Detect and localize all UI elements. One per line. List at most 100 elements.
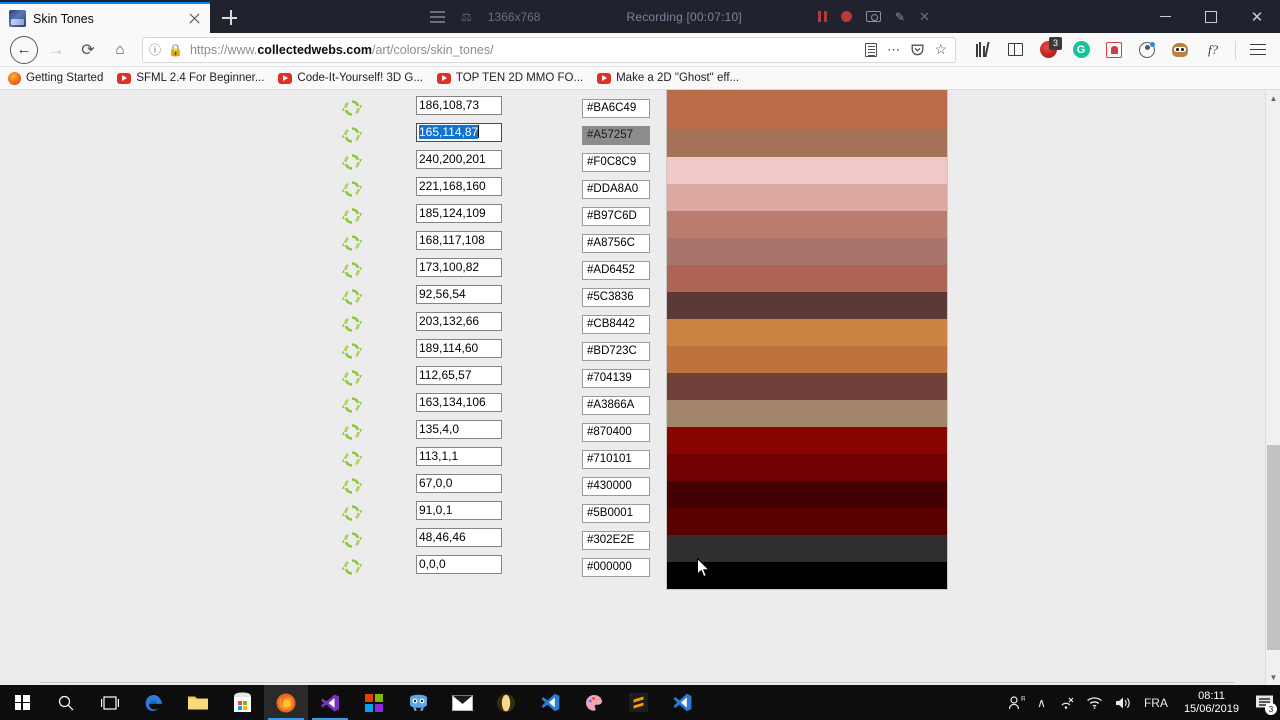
- hex-value[interactable]: #CB8442: [582, 314, 650, 334]
- hex-value[interactable]: #704139: [582, 368, 650, 388]
- recorder-pin-icon[interactable]: ⚖: [461, 10, 472, 24]
- notifications-icon[interactable]: 3: [1255, 694, 1277, 715]
- hex-value[interactable]: #302E2E: [582, 530, 650, 550]
- bookmark-getting-started[interactable]: Getting Started: [8, 71, 103, 85]
- clock[interactable]: 08:11 15/06/2019: [1180, 690, 1243, 716]
- rgb-input[interactable]: 91,0,1: [416, 500, 502, 520]
- app-menu-button[interactable]: [1244, 36, 1272, 64]
- bookmark-ghost-effect[interactable]: Make a 2D "Ghost" eff...: [597, 72, 739, 84]
- hex-value[interactable]: #000000: [582, 557, 650, 577]
- library-icon[interactable]: [968, 36, 996, 64]
- hex-value[interactable]: #870400: [582, 422, 650, 442]
- refresh-icon[interactable]: [340, 528, 364, 552]
- rgb-input[interactable]: 67,0,0: [416, 473, 502, 493]
- close-window-button[interactable]: ✕: [1234, 0, 1280, 33]
- hex-value[interactable]: #5C3836: [582, 287, 650, 307]
- rgb-input[interactable]: 112,65,57: [416, 365, 502, 385]
- mail-icon[interactable]: [440, 685, 484, 720]
- tab-skin-tones[interactable]: Skin Tones: [0, 2, 210, 33]
- rgb-input[interactable]: 0,0,0: [416, 554, 502, 574]
- minimize-button[interactable]: [1142, 0, 1188, 33]
- edge-icon[interactable]: [132, 685, 176, 720]
- ghostery-icon[interactable]: [1100, 36, 1128, 64]
- hex-value[interactable]: #710101: [582, 449, 650, 469]
- camera-icon[interactable]: [865, 11, 881, 22]
- hex-value[interactable]: #A8756C: [582, 233, 650, 253]
- file-explorer-icon[interactable]: [176, 685, 220, 720]
- recorder-close-icon[interactable]: ✕: [919, 9, 930, 25]
- task-view-icon[interactable]: [88, 685, 132, 720]
- rgb-input[interactable]: 240,200,201: [416, 149, 502, 169]
- refresh-icon[interactable]: [340, 501, 364, 525]
- pocket-icon[interactable]: [911, 43, 924, 56]
- sublime-text-icon[interactable]: [616, 685, 660, 720]
- page-info-icon[interactable]: ⓘ: [149, 41, 161, 58]
- visual-studio-icon[interactable]: [528, 685, 572, 720]
- refresh-icon[interactable]: [340, 447, 364, 471]
- hex-value[interactable]: #BA6C49: [582, 98, 650, 118]
- rgb-input[interactable]: 92,56,54: [416, 284, 502, 304]
- hex-value[interactable]: #B97C6D: [582, 206, 650, 226]
- close-tab-icon[interactable]: [185, 9, 204, 28]
- rgb-input[interactable]: 135,4,0: [416, 419, 502, 439]
- account-icon[interactable]: [1133, 36, 1161, 64]
- record-dot-icon[interactable]: [840, 11, 852, 22]
- hex-value[interactable]: #430000: [582, 476, 650, 496]
- hex-value[interactable]: #DDA8A0: [582, 179, 650, 199]
- recorder-menu-icon[interactable]: [430, 11, 445, 23]
- rgb-input[interactable]: 186,108,73: [416, 95, 502, 115]
- refresh-icon[interactable]: [340, 258, 364, 282]
- paint-net-icon[interactable]: [572, 685, 616, 720]
- refresh-icon[interactable]: [340, 123, 364, 147]
- hex-value[interactable]: #5B0001: [582, 503, 650, 523]
- refresh-icon[interactable]: [340, 555, 364, 579]
- hex-value[interactable]: #AD6452: [582, 260, 650, 280]
- refresh-icon[interactable]: [340, 366, 364, 390]
- refresh-icon[interactable]: [340, 231, 364, 255]
- refresh-icon[interactable]: [340, 339, 364, 363]
- rgb-input[interactable]: 203,132,66: [416, 311, 502, 331]
- firefox-icon[interactable]: [264, 685, 308, 720]
- grammarly-icon[interactable]: G: [1067, 36, 1095, 64]
- start-button[interactable]: [0, 685, 44, 720]
- vscode-icon[interactable]: [308, 685, 352, 720]
- reload-button[interactable]: ⟳: [72, 35, 104, 65]
- sidebar-toggle-icon[interactable]: [1001, 36, 1029, 64]
- rgb-input[interactable]: 185,124,109: [416, 203, 502, 223]
- hex-value[interactable]: #BD723C: [582, 341, 650, 361]
- home-button[interactable]: ⌂: [104, 35, 136, 65]
- rgb-input[interactable]: 165,114,87: [416, 122, 502, 142]
- office-icon[interactable]: [352, 685, 396, 720]
- rgb-input[interactable]: 173,100,82: [416, 257, 502, 277]
- godot-icon[interactable]: [396, 685, 440, 720]
- scrollbar-thumb[interactable]: [1267, 445, 1280, 650]
- network-icon[interactable]: [1058, 696, 1074, 710]
- new-tab-button[interactable]: [210, 2, 248, 33]
- page-actions-icon[interactable]: ⋯: [887, 42, 902, 58]
- bookmark-code-it-yourself[interactable]: Code-It-Yourself! 3D G...: [278, 72, 423, 84]
- refresh-icon[interactable]: [340, 204, 364, 228]
- show-hidden-icons-icon[interactable]: ∧: [1037, 696, 1046, 710]
- emoji-extension-icon[interactable]: [1166, 36, 1194, 64]
- refresh-icon[interactable]: [340, 285, 364, 309]
- rgb-input[interactable]: 113,1,1: [416, 446, 502, 466]
- hex-value[interactable]: #A57257: [582, 125, 650, 145]
- rgb-input[interactable]: 48,46,46: [416, 527, 502, 547]
- volume-icon[interactable]: [1115, 696, 1132, 710]
- scroll-down-arrow-icon[interactable]: ▼: [1266, 669, 1280, 685]
- forward-button[interactable]: →: [40, 35, 72, 65]
- back-button[interactable]: ←: [8, 35, 40, 65]
- visual-studio-2-icon[interactable]: [660, 685, 704, 720]
- refresh-icon[interactable]: [340, 420, 364, 444]
- rgb-input[interactable]: 163,134,106: [416, 392, 502, 412]
- refresh-icon[interactable]: [340, 393, 364, 417]
- refresh-icon[interactable]: [340, 177, 364, 201]
- vertical-scrollbar[interactable]: ▲ ▼: [1265, 90, 1280, 685]
- scroll-up-arrow-icon[interactable]: ▲: [1266, 90, 1280, 106]
- refresh-icon[interactable]: [340, 474, 364, 498]
- opera-icon[interactable]: [484, 685, 528, 720]
- microsoft-store-icon[interactable]: [220, 685, 264, 720]
- rgb-input[interactable]: 221,168,160: [416, 176, 502, 196]
- wifi-icon[interactable]: [1086, 696, 1103, 709]
- maximize-button[interactable]: [1188, 0, 1234, 33]
